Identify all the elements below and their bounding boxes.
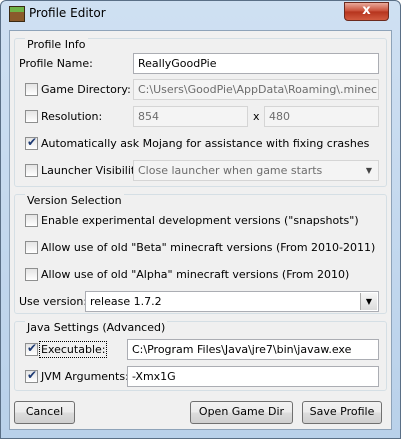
jvm-arguments-checkbox[interactable] bbox=[25, 368, 38, 383]
auto-crash-report-checkbox[interactable] bbox=[25, 135, 38, 150]
auto-crash-report-label[interactable]: Automatically ask Mojang for assistance … bbox=[41, 137, 369, 150]
close-window-button[interactable]: x bbox=[344, 2, 389, 21]
version-selection-title: Version Selection bbox=[25, 194, 124, 207]
launcher-visibility-value: Close launcher when game starts bbox=[138, 164, 323, 177]
resolution-width-input[interactable]: 854 bbox=[133, 106, 248, 127]
alpha-versions-label[interactable]: Allow use of old "Alpha" minecraft versi… bbox=[41, 268, 349, 281]
profile-editor-window: Profile Editor x Profile Info Profile Na… bbox=[0, 0, 401, 439]
executable-path-input[interactable]: C:\Program Files\Java\jre7\bin\javaw.exe bbox=[127, 339, 379, 360]
executable-label[interactable]: Executable: bbox=[38, 341, 108, 358]
profile-info-title: Profile Info bbox=[25, 38, 88, 51]
chevron-down-icon[interactable]: ▼ bbox=[361, 162, 377, 179]
resolution-separator: x bbox=[253, 110, 260, 123]
launcher-visibility-checkbox[interactable] bbox=[25, 164, 38, 177]
game-directory-checkbox[interactable] bbox=[25, 83, 38, 96]
game-directory-label[interactable]: Game Directory: bbox=[41, 83, 131, 96]
alpha-versions-checkbox[interactable] bbox=[25, 268, 38, 281]
open-game-dir-button[interactable]: Open Game Dir bbox=[190, 401, 293, 424]
snapshots-label[interactable]: Enable experimental development versions… bbox=[41, 214, 359, 227]
save-profile-button[interactable]: Save Profile bbox=[302, 401, 382, 424]
jvm-arguments-label[interactable]: JVM Arguments: bbox=[41, 370, 129, 383]
resolution-label[interactable]: Resolution: bbox=[41, 110, 102, 123]
launcher-visibility-select[interactable]: Close launcher when game starts ▼ bbox=[133, 160, 379, 181]
title-bar[interactable]: Profile Editor x bbox=[1, 1, 400, 29]
executable-checkbox[interactable] bbox=[25, 341, 38, 356]
close-icon: x bbox=[362, 3, 371, 18]
resolution-checkbox[interactable] bbox=[25, 110, 38, 123]
profile-name-input[interactable]: ReallyGoodPie bbox=[133, 53, 379, 74]
use-version-select[interactable]: release 1.7.2 ▼ bbox=[85, 291, 379, 312]
minecraft-grass-block-icon bbox=[9, 6, 25, 22]
dialog-body: Profile Info Profile Name: ReallyGoodPie… bbox=[9, 30, 392, 430]
resolution-height-input[interactable]: 480 bbox=[264, 106, 379, 127]
use-version-value: release 1.7.2 bbox=[90, 295, 162, 308]
window-title: Profile Editor bbox=[29, 6, 106, 20]
snapshots-checkbox[interactable] bbox=[25, 214, 38, 227]
beta-versions-label[interactable]: Allow use of old "Beta" minecraft versio… bbox=[41, 241, 375, 254]
jvm-arguments-input[interactable]: -Xmx1G bbox=[127, 366, 379, 387]
game-directory-input[interactable]: C:\Users\GoodPie\AppData\Roaming\.minecr… bbox=[133, 79, 379, 100]
profile-name-label: Profile Name: bbox=[19, 57, 93, 70]
chevron-down-icon[interactable]: ▼ bbox=[360, 293, 377, 310]
launcher-visibility-label[interactable]: Launcher Visibility: bbox=[41, 164, 145, 177]
java-settings-title: Java Settings (Advanced) bbox=[25, 321, 168, 334]
use-version-label: Use version: bbox=[19, 295, 88, 308]
cancel-button[interactable]: Cancel bbox=[14, 401, 75, 424]
beta-versions-checkbox[interactable] bbox=[25, 241, 38, 254]
